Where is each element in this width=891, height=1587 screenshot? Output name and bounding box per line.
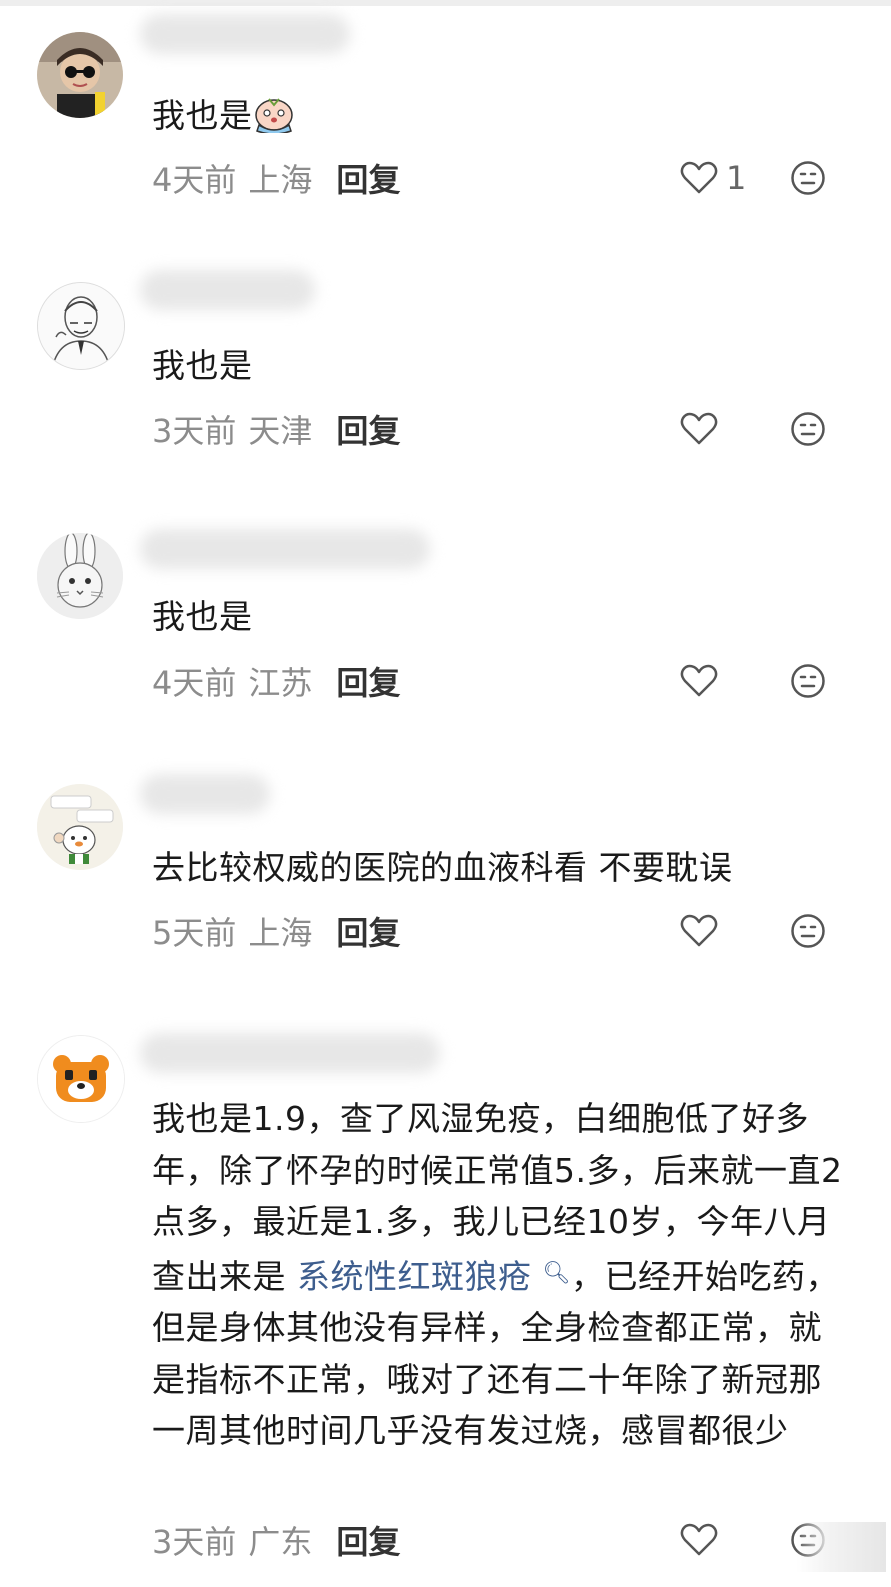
top-divider [0, 0, 891, 6]
like-count: 1 [726, 159, 747, 197]
comment-text-content: 去比较权威的医院的血液科看 不要耽误 [152, 848, 733, 887]
comment-location: 广东 [248, 1523, 313, 1561]
reply-button[interactable]: 回复 [336, 1517, 400, 1563]
comment-meta: 4天前 上海 回复 [152, 155, 400, 201]
heart-outline-icon [680, 914, 718, 947]
username-blurred[interactable] [140, 774, 270, 814]
crying-face-sticker-icon [253, 96, 295, 135]
username-blurred[interactable] [140, 1033, 440, 1073]
like-button[interactable] [680, 661, 726, 701]
topic-link[interactable]: 系统性红斑狼疮 [297, 1257, 532, 1296]
comment-location: 上海 [248, 161, 313, 199]
comment-time: 4天前 [152, 161, 237, 199]
username-blurred[interactable] [140, 14, 350, 54]
like-button[interactable] [680, 409, 726, 449]
comment-text-content: 我也是 [152, 346, 253, 385]
comment-location: 江苏 [248, 664, 313, 702]
reply-button[interactable]: 回复 [336, 406, 400, 452]
user-avatar[interactable] [37, 1035, 125, 1123]
comment-text: 去比较权威的医院的血液科看 不要耽误 [152, 842, 852, 894]
neutral-face-icon[interactable] [790, 160, 826, 196]
reply-button[interactable]: 回复 [336, 908, 400, 954]
neutral-face-icon[interactable] [790, 913, 826, 949]
comment-location: 天津 [248, 412, 313, 450]
heart-outline-icon [680, 1523, 718, 1556]
user-avatar[interactable] [37, 533, 123, 619]
comment-location: 上海 [248, 914, 313, 952]
username-blurred[interactable] [140, 529, 430, 569]
user-avatar[interactable] [37, 32, 123, 118]
like-button[interactable] [680, 911, 726, 951]
comment-time: 5天前 [152, 914, 237, 952]
like-button[interactable]: 1 [680, 158, 746, 198]
neutral-face-icon[interactable] [790, 663, 826, 699]
user-avatar[interactable] [37, 282, 125, 370]
comment-time: 3天前 [152, 412, 237, 450]
comment-text: 我也是 [152, 340, 852, 392]
reply-button[interactable]: 回复 [336, 155, 400, 201]
comment-text: 我也是1.9，查了风湿免疫，白细胞低了好多年，除了怀孕的时候正常值5.多，后来就… [152, 1093, 852, 1457]
comment-meta: 4天前 江苏 回复 [152, 658, 400, 704]
comment-meta: 5天前 上海 回复 [152, 908, 400, 954]
comment-text: 我也是 [152, 591, 852, 643]
user-avatar[interactable] [37, 784, 123, 870]
username-blurred[interactable] [140, 270, 315, 310]
search-icon[interactable]: 🔍︎ [543, 1261, 571, 1286]
comment-meta: 3天前 天津 回复 [152, 406, 400, 452]
like-button[interactable] [680, 1520, 726, 1560]
comment-text-content: 我也是 [152, 597, 253, 636]
reply-button[interactable]: 回复 [336, 658, 400, 704]
comment-meta: 3天前 广东 回复 [152, 1517, 400, 1563]
comment-text: 我也是 [152, 90, 852, 142]
comment-time: 3天前 [152, 1523, 237, 1561]
comment-text-content: 我也是 [152, 96, 253, 135]
heart-outline-icon [680, 161, 718, 194]
neutral-face-icon[interactable] [790, 411, 826, 447]
comment-time: 4天前 [152, 664, 237, 702]
heart-outline-icon [680, 412, 718, 445]
watermark-overlay [796, 1522, 886, 1572]
heart-outline-icon [680, 664, 718, 697]
